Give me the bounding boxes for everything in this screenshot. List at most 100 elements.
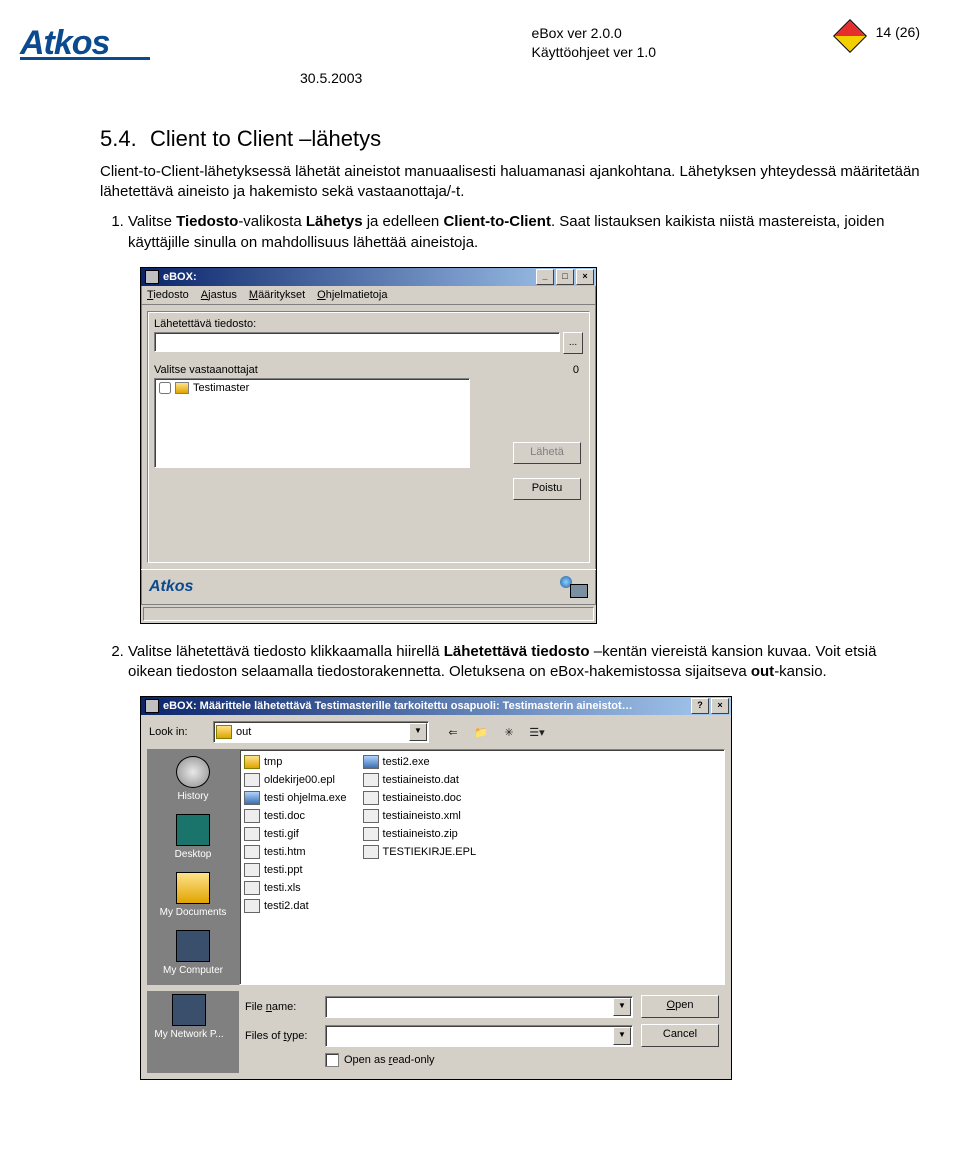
chevron-down-icon[interactable]: ▼ [613, 998, 631, 1016]
file-open-dialog: eBOX: Määrittele lähetettävä Testimaster… [140, 696, 732, 1080]
titlebar: eBOX: _ □ × [141, 268, 596, 286]
readonly-checkbox[interactable] [325, 1053, 339, 1067]
ebox-dialog: eBOX: _ □ × Tiedosto Ajastus Määritykset… [140, 267, 597, 624]
recipients-label: Valitse vastaanottajat [154, 364, 258, 376]
page-number: 14 (26) [876, 24, 920, 40]
menu-ajastus[interactable]: Ajastus [201, 289, 237, 301]
file-icon [363, 791, 379, 805]
cancel-button[interactable]: Cancel [641, 1024, 719, 1047]
place-mycomp[interactable]: My Computer [151, 927, 235, 981]
filename-input[interactable]: ▼ [325, 996, 633, 1018]
file-item[interactable]: TESTIEKIRJE.EPL [363, 844, 477, 860]
back-icon[interactable]: ⇐ [441, 721, 465, 743]
file-item[interactable]: testi.htm [244, 844, 347, 860]
file-icon [363, 845, 379, 859]
file-icon [363, 827, 379, 841]
step-2: Valitse lähetettävä tiedosto klikkaamall… [128, 642, 920, 683]
file-item[interactable]: testi.xls [244, 880, 347, 896]
recipients-list[interactable]: Testimaster [154, 378, 470, 468]
intro-paragraph: Client-to-Client-lähetyksessä lähetät ai… [100, 162, 920, 203]
file-icon [363, 809, 379, 823]
list-item[interactable]: Testimaster [157, 381, 467, 395]
app-icon [145, 270, 159, 284]
file-item[interactable]: testiaineisto.doc [363, 790, 477, 806]
lookin-row: Look in: out ▼ ⇐ 📁 ✳ ☰▾ [147, 721, 725, 743]
steps-list-2: Valitse lähetettävä tiedosto klikkaamall… [100, 642, 920, 683]
readonly-label: Open as read-only [344, 1054, 435, 1066]
filename-label: File name: [245, 1001, 317, 1013]
logo-text: Atkos [20, 24, 109, 63]
folder-icon [216, 725, 232, 739]
exit-button[interactable]: Poistu [513, 478, 581, 500]
browse-button[interactable]: ... [563, 332, 583, 354]
close-button[interactable]: × [576, 269, 594, 285]
branding-bar: Atkos [141, 569, 596, 604]
steps-list: Valitse Tiedosto-valikosta Lähetys ja ed… [100, 212, 920, 253]
step-1: Valitse Tiedosto-valikosta Lähetys ja ed… [128, 212, 920, 253]
file-icon [244, 827, 260, 841]
help-button[interactable]: ? [691, 698, 709, 714]
dlg2-titlebar: eBOX: Määrittele lähetettävä Testimaster… [141, 697, 731, 715]
chevron-down-icon[interactable]: ▼ [409, 723, 427, 741]
file-item[interactable]: testiaineisto.dat [363, 772, 477, 788]
menu-maaritykset[interactable]: Määritykset [249, 289, 305, 301]
place-mynet[interactable]: My Network P... [147, 991, 231, 1045]
minimize-button[interactable]: _ [536, 269, 554, 285]
recipients-count: 0 [573, 364, 579, 376]
file-list[interactable]: tmp oldekirje00.epl testi ohjelma.exe testi… [239, 749, 725, 985]
lookin-combo[interactable]: out ▼ [213, 721, 429, 743]
filetype-label: Files of type: [245, 1030, 317, 1042]
folder-icon [175, 382, 189, 394]
places-bar: History Desktop My Documents My Computer [147, 749, 239, 985]
doc-date: 30.5.2003 [300, 70, 920, 86]
file-item[interactable]: testi.ppt [244, 862, 347, 878]
list-item-checkbox[interactable] [159, 382, 171, 394]
file-item[interactable]: testi2.exe [363, 754, 477, 770]
file-item[interactable]: testi2.dat [244, 898, 347, 914]
file-item[interactable]: testiaineisto.xml [363, 808, 477, 824]
statusbar [141, 604, 596, 623]
dlg-toolbar: ⇐ 📁 ✳ ☰▾ [441, 721, 549, 743]
open-button[interactable]: Open [641, 995, 719, 1018]
logo: Atkos [20, 24, 150, 60]
file-icon [244, 881, 260, 895]
lookin-label: Look in: [147, 726, 207, 738]
file-icon [244, 899, 260, 913]
file-item[interactable]: testi.gif [244, 826, 347, 842]
filetype-combo[interactable]: ▼ [325, 1025, 633, 1047]
folder-icon [244, 755, 260, 769]
place-history[interactable]: History [151, 753, 235, 807]
menu-tiedosto[interactable]: Tiedosto [147, 289, 189, 301]
main-panel: Lähetettävä tiedosto: ... Valitse vastaa… [147, 311, 590, 563]
app-icon [145, 699, 159, 713]
file-icon [363, 773, 379, 787]
close-button[interactable]: × [711, 698, 729, 714]
window-title: eBOX: [163, 271, 197, 283]
file-item[interactable]: testi ohjelma.exe [244, 790, 347, 806]
file-item[interactable]: oldekirje00.epl [244, 772, 347, 788]
file-input[interactable] [154, 332, 560, 352]
dlg2-title: eBOX: Määrittele lähetettävä Testimaster… [163, 700, 633, 712]
new-folder-icon[interactable]: ✳ [497, 721, 521, 743]
file-item[interactable]: tmp [244, 754, 347, 770]
up-icon[interactable]: 📁 [469, 721, 493, 743]
chevron-down-icon[interactable]: ▼ [613, 1027, 631, 1045]
doc-title: eBox ver 2.0.0 Käyttöohjeet ver 1.0 [532, 24, 657, 62]
file-icon [244, 791, 260, 805]
file-label: Lähetettävä tiedosto: [154, 318, 583, 330]
menu-ohjelmatietoja[interactable]: Ohjelmatietoja [317, 289, 387, 301]
brand-text: Atkos [149, 578, 193, 596]
cube-icon [833, 19, 867, 53]
file-icon [244, 845, 260, 859]
maximize-button[interactable]: □ [556, 269, 574, 285]
doc-header: Atkos eBox ver 2.0.0 Käyttöohjeet ver 1.… [20, 24, 920, 62]
file-item[interactable]: testiaineisto.zip [363, 826, 477, 842]
place-desktop[interactable]: Desktop [151, 811, 235, 865]
place-mydocs[interactable]: My Documents [151, 869, 235, 923]
menubar: Tiedosto Ajastus Määritykset Ohjelmatiet… [141, 286, 596, 305]
file-item[interactable]: testi.doc [244, 808, 347, 824]
views-icon[interactable]: ☰▾ [525, 721, 549, 743]
send-button[interactable]: Lähetä [513, 442, 581, 464]
section-title: 5.4.Client to Client –lähetys [100, 126, 920, 152]
file-icon [244, 863, 260, 877]
